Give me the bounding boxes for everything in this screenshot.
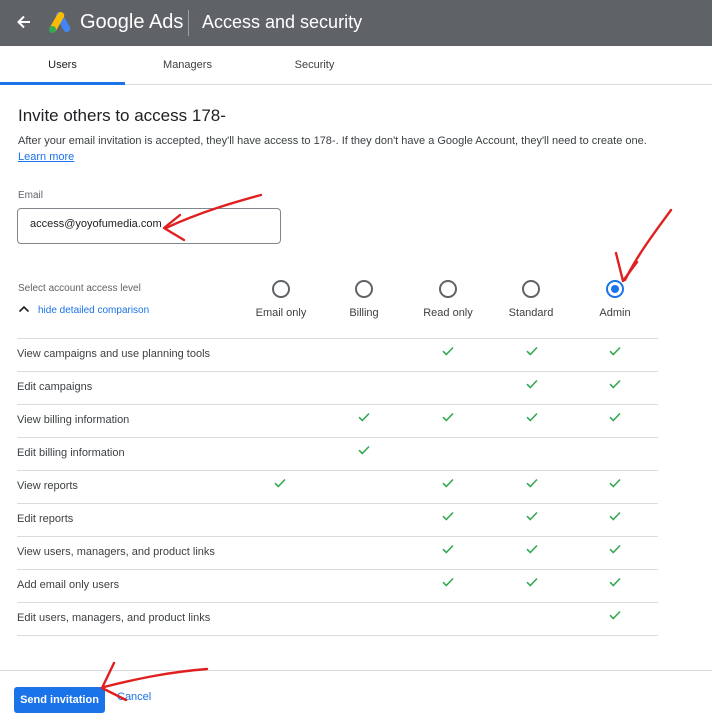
check-icon [603, 543, 627, 557]
table-row: Edit users, managers, and product links [17, 602, 658, 636]
check-icon [520, 411, 544, 425]
level-label-read-only: Read only [423, 307, 473, 319]
check-icon [268, 477, 292, 491]
email-label: Email [18, 190, 44, 201]
table-row: View billing information [17, 404, 658, 437]
check-icon [436, 411, 460, 425]
page-title: Access and security [202, 12, 363, 32]
permission-label: Edit reports [17, 513, 74, 525]
invite-description: After your email invitation is accepted,… [18, 133, 668, 165]
permission-label: View billing information [17, 414, 130, 426]
radio-admin[interactable] [606, 280, 624, 298]
permission-label: View reports [17, 480, 78, 492]
check-icon [520, 345, 544, 359]
active-tab-indicator [0, 82, 125, 85]
check-icon [603, 576, 627, 590]
permission-label: View users, managers, and product links [17, 546, 215, 558]
tab-users[interactable]: Users [0, 46, 125, 84]
check-icon [520, 543, 544, 557]
invite-heading: Invite others to access 178- [18, 106, 226, 125]
footer-divider [0, 670, 712, 671]
check-icon [603, 411, 627, 425]
description-tail: . If they don't have a Google Account, t… [335, 135, 647, 147]
hide-comparison-toggle[interactable]: hide detailed comparison [18, 305, 149, 316]
app-name: Google Ads [80, 11, 184, 33]
check-icon [436, 477, 460, 491]
learn-more-link[interactable]: Learn more [18, 151, 74, 163]
check-icon [436, 345, 460, 359]
check-icon [352, 411, 376, 425]
check-icon [520, 477, 544, 491]
arrow-back-icon-svg [17, 15, 30, 29]
permission-comparison-table: View campaigns and use planning tools Edi… [17, 338, 658, 636]
table-row: View users, managers, and product links [17, 536, 658, 569]
level-read-only[interactable]: Read only [407, 280, 489, 319]
level-email-only[interactable]: Email only [240, 280, 322, 319]
check-icon [520, 576, 544, 590]
level-label-email-only: Email only [255, 307, 307, 319]
email-field[interactable] [17, 208, 281, 244]
table-row: View campaigns and use planning tools [17, 338, 658, 371]
table-row: View reports [17, 470, 658, 503]
header-divider [188, 10, 189, 36]
level-standard[interactable]: Standard [490, 280, 572, 319]
radio-read-only[interactable] [439, 280, 457, 298]
radio-standard[interactable] [522, 280, 540, 298]
radio-email-only[interactable] [272, 280, 290, 298]
check-icon [520, 510, 544, 524]
level-label-admin: Admin [599, 307, 631, 319]
tab-security[interactable]: Security [252, 46, 377, 84]
check-icon [352, 444, 376, 458]
annotation-arrow-send [102, 667, 209, 689]
table-row: Edit campaigns [17, 371, 658, 404]
level-label-standard: Standard [508, 307, 554, 319]
check-icon [520, 378, 544, 392]
tab-managers[interactable]: Managers [125, 46, 250, 84]
send-invitation-button[interactable]: Send invitation [14, 687, 105, 713]
check-icon [603, 609, 627, 623]
description-lead: After your email invitation is accepted,… [18, 135, 336, 147]
arrow-back-icon[interactable] [14, 12, 34, 32]
check-icon [603, 378, 627, 392]
table-row: Add email only users [17, 569, 658, 602]
permission-label: Edit users, managers, and product links [17, 612, 211, 624]
google-ads-logo-svg [49, 12, 71, 33]
check-icon [436, 510, 460, 524]
permission-label: Edit campaigns [17, 381, 93, 393]
check-icon [603, 345, 627, 359]
table-row: Edit reports [17, 503, 658, 536]
cancel-button[interactable]: Cancel [117, 691, 151, 703]
level-admin[interactable]: Admin [574, 280, 656, 319]
hide-comparison-label: hide detailed comparison [38, 305, 150, 316]
access-level-label: Select account access level [18, 283, 141, 294]
table-row: Edit billing information [17, 437, 658, 470]
check-icon [436, 576, 460, 590]
chevron-up-icon [18, 305, 30, 316]
permission-label: View campaigns and use planning tools [17, 348, 211, 360]
radio-billing[interactable] [355, 280, 373, 298]
check-icon [436, 543, 460, 557]
permission-label: Add email only users [17, 579, 120, 591]
permission-label: Edit billing information [17, 447, 125, 459]
annotation-arrow-admin [623, 208, 673, 282]
check-icon [603, 510, 627, 524]
check-icon [603, 477, 627, 491]
level-label-billing: Billing [349, 307, 379, 319]
annotation-arrow-admin-head [614, 251, 639, 283]
top-app-bar: Google Ads Access and security [0, 0, 712, 46]
tab-bar: Users Managers Security [0, 46, 712, 85]
chevron-up-icon-svg [18, 305, 30, 313]
level-billing[interactable]: Billing [323, 280, 405, 319]
email-input[interactable] [30, 218, 270, 230]
google-ads-logo[interactable] [47, 9, 73, 35]
